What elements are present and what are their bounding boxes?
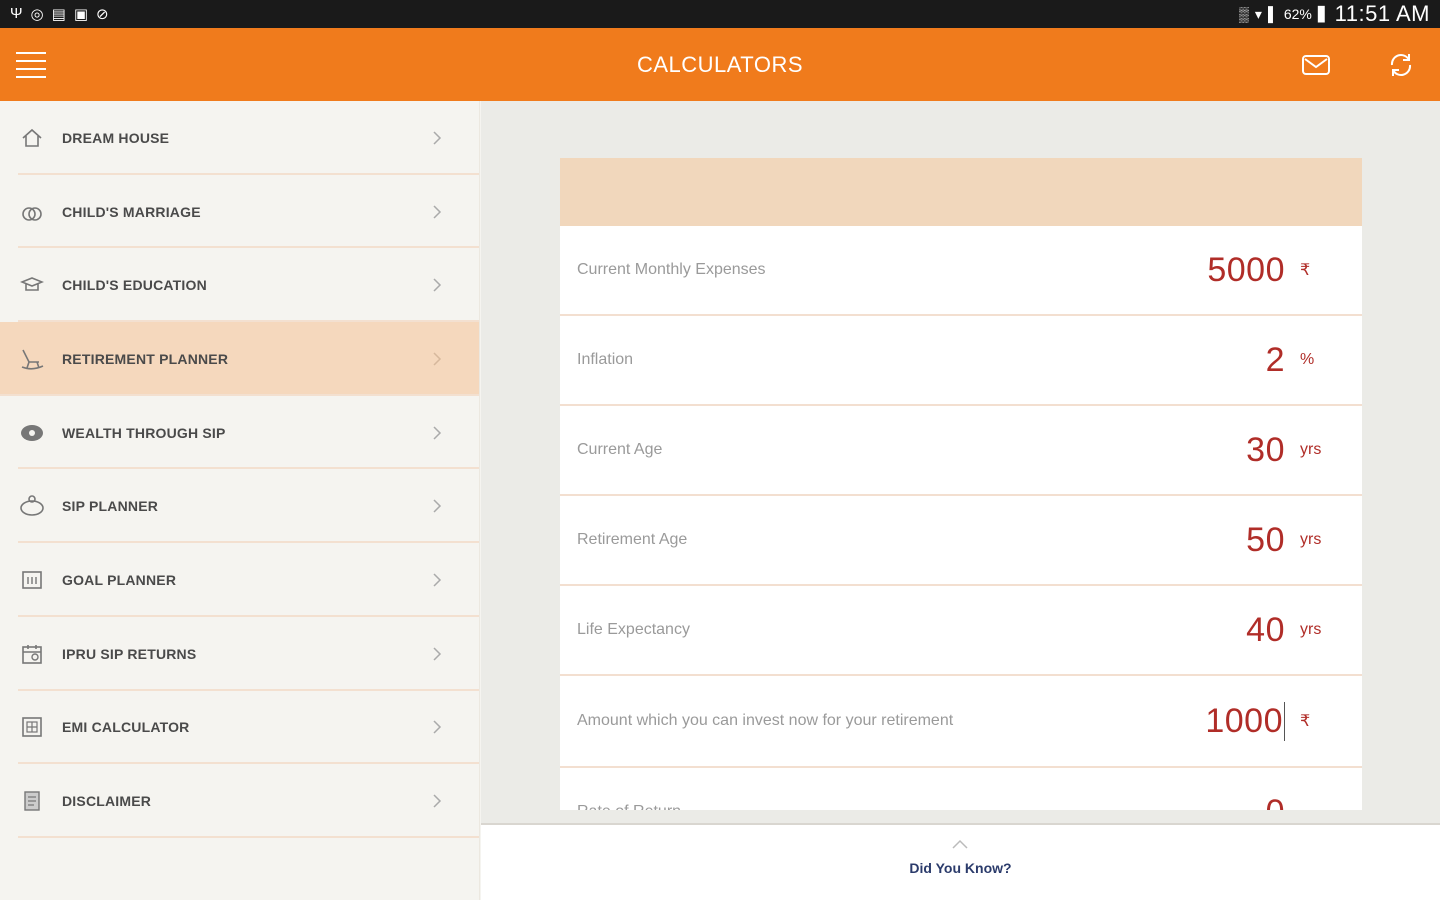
field-label: Retirement Age <box>577 531 688 548</box>
rocking-chair-icon <box>18 345 46 373</box>
vibrate-icon: ▒ <box>1238 6 1249 22</box>
location-icon: ◎ <box>30 6 44 23</box>
money-icon <box>18 419 46 447</box>
sidebar-item-ipru-sip-returns[interactable]: IPRU SIP RETURNS <box>0 617 479 691</box>
chevron-right-icon <box>430 419 444 447</box>
sidebar-item-label: IPRU SIP RETURNS <box>62 645 197 662</box>
life-expectancy-input[interactable]: 40 <box>1246 611 1285 650</box>
sidebar-item-retirement-planner[interactable]: RETIREMENT PLANNER <box>0 322 479 396</box>
retirement-age-input[interactable]: 50 <box>1246 521 1285 560</box>
sidebar-item-emi-calculator[interactable]: EMI CALCULATOR <box>0 691 479 765</box>
calendar-icon <box>18 640 46 668</box>
field-label: Amount which you can invest now for your… <box>577 712 954 729</box>
sidebar-item-childs-education[interactable]: CHILD'S EDUCATION <box>0 248 479 322</box>
menu-icon <box>16 52 46 54</box>
amount-invest-now-input[interactable]: 1000 <box>1205 701 1285 741</box>
rings-icon <box>18 198 46 226</box>
rate-of-return-input[interactable]: 0 <box>1266 793 1285 811</box>
save-icon: ▣ <box>73 6 89 23</box>
status-system: ▒ ▾ ▌ 62% ▋ 11:51 AM <box>1239 1 1430 27</box>
chevron-right-icon <box>430 492 444 520</box>
field-unit: yrs <box>1300 531 1322 548</box>
current-age-input[interactable]: 30 <box>1246 431 1285 470</box>
field-label: Current Monthly Expenses <box>577 261 766 278</box>
chevron-up-icon <box>952 839 968 849</box>
calculator-grid-icon <box>18 713 46 741</box>
sidebar-item-wealth-through-sip[interactable]: WEALTH THROUGH SIP <box>0 396 479 470</box>
refresh-icon <box>1390 54 1412 76</box>
did-you-know-link[interactable]: Did You Know? <box>481 860 1440 876</box>
mail-icon <box>1302 55 1330 75</box>
current-monthly-expenses-input[interactable]: 5000 <box>1207 251 1285 290</box>
chevron-right-icon <box>430 345 444 373</box>
field-label: Current Age <box>577 441 663 458</box>
sidebar-item-label: CHILD'S EDUCATION <box>62 277 207 294</box>
field-unit: ₹ <box>1300 262 1311 279</box>
sidebar-item-disclaimer[interactable]: DISCLAIMER <box>0 764 479 838</box>
did-you-know-panel[interactable]: Did You Know? <box>481 823 1440 900</box>
form-row-amount-invest-now[interactable]: Amount which you can invest now for your… <box>560 676 1362 768</box>
sidebar-item-childs-marriage[interactable]: CHILD'S MARRIAGE <box>0 175 479 249</box>
file-icon: ▤ <box>51 6 66 23</box>
inflation-input[interactable]: 2 <box>1266 341 1285 380</box>
usb-icon: Ψ <box>10 5 23 22</box>
signal-icon: ▌ <box>1267 6 1278 22</box>
refresh-button[interactable] <box>1386 50 1416 80</box>
battery-icon: ▋ <box>1317 5 1329 22</box>
chevron-right-icon <box>430 566 444 594</box>
sidebar-item-label: EMI CALCULATOR <box>62 719 190 736</box>
chevron-right-icon <box>430 787 444 815</box>
clock: 11:51 AM <box>1334 1 1430 26</box>
sidebar-item-label: RETIREMENT PLANNER <box>62 350 229 367</box>
form-row-retirement-age[interactable]: Retirement Age 50 yrs <box>560 496 1362 586</box>
chevron-right-icon <box>430 124 444 152</box>
field-unit: ₹ <box>1300 713 1311 730</box>
menu-button[interactable] <box>16 52 46 78</box>
mail-button[interactable] <box>1301 50 1331 80</box>
page-title: CALCULATORS <box>636 51 804 77</box>
sidebar-item-label: WEALTH THROUGH SIP <box>62 424 226 441</box>
house-icon <box>18 124 46 152</box>
status-notifications: Ψ ◎ ▤ ▣ ⊘ <box>10 5 109 23</box>
sidebar-item-label: DREAM HOUSE <box>62 129 170 146</box>
field-label: Rate of Return <box>577 800 957 810</box>
sidebar-item-sip-planner[interactable]: SIP PLANNER <box>0 469 479 543</box>
field-label: Inflation <box>577 351 634 368</box>
sidebar: DREAM HOUSE CHILD'S MARRIAGE CHILD'S EDU… <box>0 101 480 900</box>
status-bar: Ψ ◎ ▤ ▣ ⊘ ▒ ▾ ▌ 62% ▋ 11:51 AM <box>0 0 1440 28</box>
sidebar-item-label: SIP PLANNER <box>62 498 159 515</box>
retirement-form-card[interactable]: Current Monthly Expenses 5000 ₹ Inflatio… <box>560 158 1362 810</box>
calculator-icon <box>18 566 46 594</box>
compass-icon: ⊘ <box>96 6 109 23</box>
form-row-current-age[interactable]: Current Age 30 yrs <box>560 406 1362 496</box>
sidebar-item-label: DISCLAIMER <box>62 793 152 810</box>
field-unit: yrs <box>1300 441 1322 458</box>
form-row-life-expectancy[interactable]: Life Expectancy 40 yrs <box>560 586 1362 676</box>
calculator-content: Current Monthly Expenses 5000 ₹ Inflatio… <box>481 101 1440 823</box>
sidebar-item-label: CHILD'S MARRIAGE <box>62 203 201 220</box>
field-unit: yrs <box>1300 621 1322 638</box>
field-unit: % <box>1300 351 1315 368</box>
graduation-cap-icon <box>18 271 46 299</box>
sidebar-item-label: GOAL PLANNER <box>62 571 177 588</box>
sidebar-item-goal-planner[interactable]: GOAL PLANNER <box>0 543 479 617</box>
wifi-icon: ▾ <box>1254 5 1262 22</box>
chevron-right-icon <box>430 713 444 741</box>
form-row-current-monthly-expenses[interactable]: Current Monthly Expenses 5000 ₹ <box>560 226 1362 316</box>
chevron-right-icon <box>430 640 444 668</box>
piggy-bank-icon <box>18 492 46 520</box>
form-row-rate-of-return[interactable]: Rate of Return 0 <box>560 768 1362 811</box>
app-bar: CALCULATORS <box>0 28 1440 101</box>
chevron-right-icon <box>430 271 444 299</box>
form-row-inflation[interactable]: Inflation 2 % <box>560 316 1362 406</box>
card-header <box>560 158 1362 226</box>
document-icon <box>18 787 46 815</box>
sidebar-item-dream-house[interactable]: DREAM HOUSE <box>0 101 479 175</box>
battery-percent: 62% <box>1283 6 1312 22</box>
field-label: Life Expectancy <box>577 621 690 638</box>
chevron-right-icon <box>430 198 444 226</box>
